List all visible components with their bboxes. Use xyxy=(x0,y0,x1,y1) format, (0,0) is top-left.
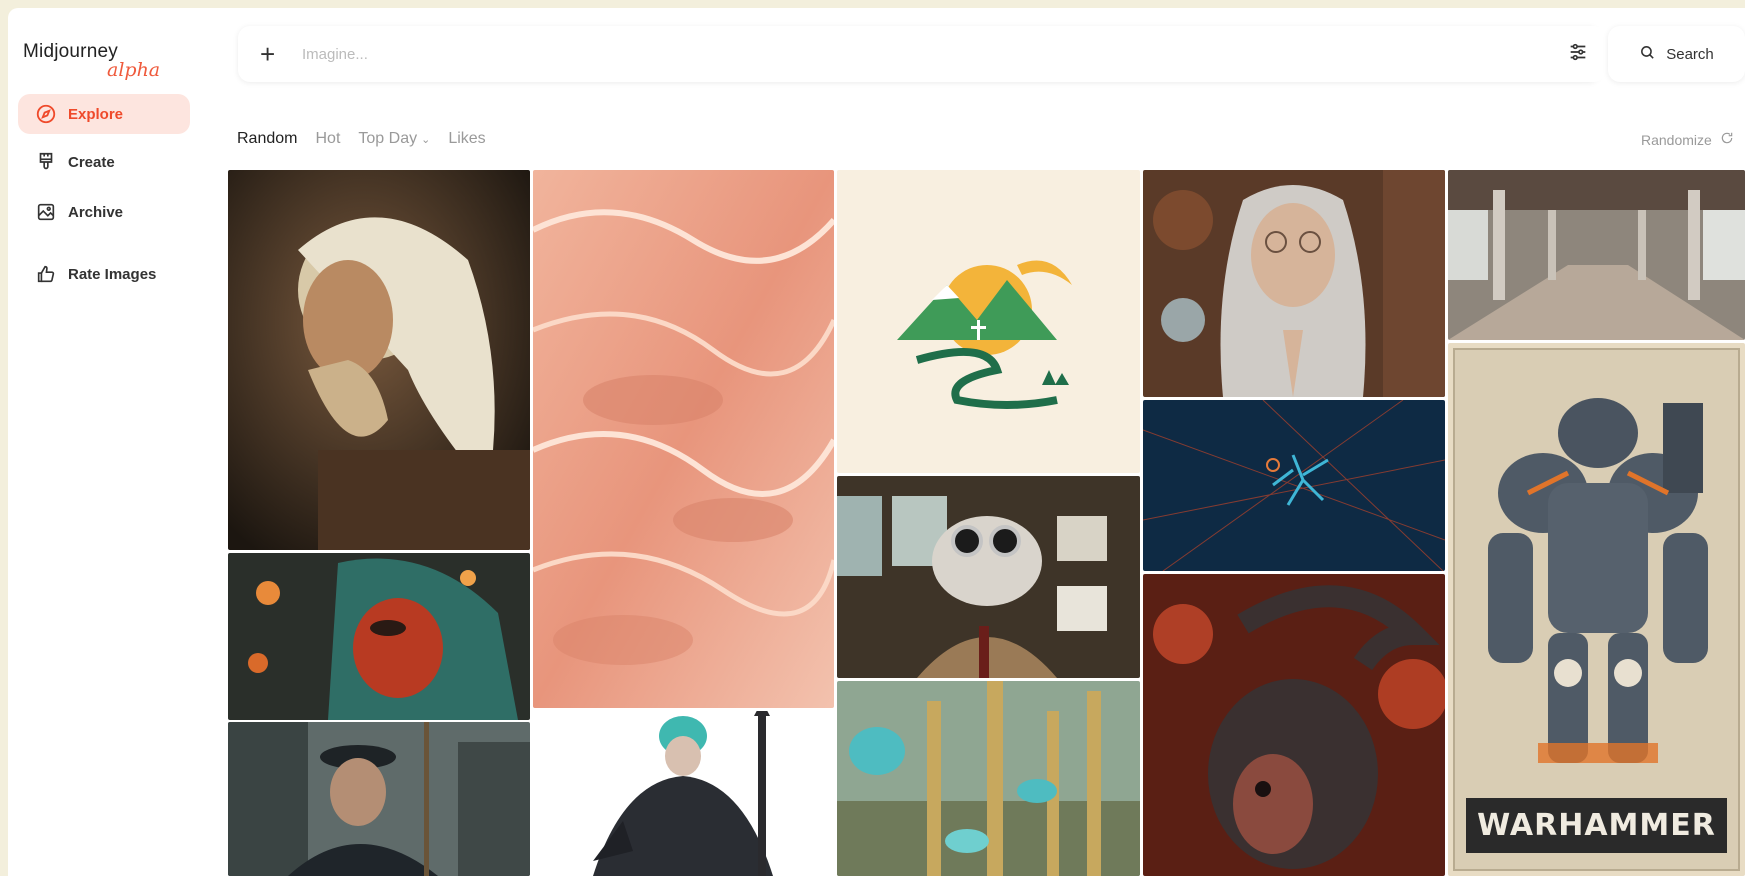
tab-hot[interactable]: Hot xyxy=(315,130,340,148)
search-icon xyxy=(1639,44,1656,65)
prompt-input[interactable] xyxy=(300,44,1600,64)
prompt-bar: + xyxy=(238,26,1600,82)
sidebar: Midjourney alpha Explore Create Archive xyxy=(8,8,208,876)
logo-text: Midjourney xyxy=(23,41,118,62)
chevron-down-icon: ⌄ xyxy=(421,133,431,146)
gallery-image-horned-creature[interactable] xyxy=(1143,574,1445,876)
gallery-image-anime-knight[interactable] xyxy=(533,711,834,876)
gallery-image-mountain-logo[interactable] xyxy=(837,170,1140,473)
feed-tabs: Random Hot Top Day ⌄ Likes xyxy=(237,130,486,148)
sidebar-item-create[interactable]: Create xyxy=(18,142,190,182)
gallery-image-abandoned-factory[interactable] xyxy=(1448,170,1745,340)
image-archive-icon xyxy=(34,200,58,224)
sidebar-item-archive[interactable]: Archive xyxy=(18,192,190,232)
refresh-icon xyxy=(1720,131,1734,148)
gallery-image-fantasy-city[interactable] xyxy=(837,681,1140,876)
compass-icon xyxy=(34,102,58,126)
gallery-image-warhammer-poster[interactable]: WARHAMMER xyxy=(1448,343,1745,876)
randomize-button[interactable]: Randomize xyxy=(1641,131,1745,148)
gallery-image-officer-street[interactable] xyxy=(228,722,530,876)
gallery-image-elderly-woman[interactable] xyxy=(1143,170,1445,397)
gallery-image-mad-scientist[interactable] xyxy=(837,476,1140,678)
sliders-icon xyxy=(1567,41,1589,68)
plus-icon[interactable]: + xyxy=(260,41,282,67)
thumbs-up-icon xyxy=(34,262,58,286)
gallery-image-warrior-portrait[interactable] xyxy=(228,170,530,550)
settings-button[interactable] xyxy=(1550,26,1606,82)
sidebar-item-label: Archive xyxy=(68,203,124,221)
sidebar-item-rate-images[interactable]: Rate Images xyxy=(18,254,190,294)
sidebar-item-explore[interactable]: Explore xyxy=(18,94,190,134)
search-button[interactable]: Search xyxy=(1608,26,1745,82)
gallery-image-neon-runner[interactable] xyxy=(1143,400,1445,571)
logo-badge: alpha xyxy=(107,59,161,81)
logo[interactable]: Midjourney alpha xyxy=(23,41,160,81)
sidebar-item-label: Explore xyxy=(68,105,124,123)
tab-likes[interactable]: Likes xyxy=(448,130,485,148)
warhammer-title-text: WARHAMMER xyxy=(1477,808,1716,843)
gallery-image-pink-water[interactable] xyxy=(533,170,834,708)
gallery-image-hooded-figure[interactable] xyxy=(228,553,530,720)
tab-random[interactable]: Random xyxy=(237,130,297,148)
app-window: Midjourney alpha Explore Create Archive xyxy=(8,8,1745,876)
sidebar-item-label: Create xyxy=(68,153,115,171)
sidebar-item-label: Rate Images xyxy=(68,265,157,283)
search-label: Search xyxy=(1666,45,1714,63)
tab-top-day[interactable]: Top Day ⌄ xyxy=(358,130,430,148)
paintbrush-icon xyxy=(34,150,58,174)
